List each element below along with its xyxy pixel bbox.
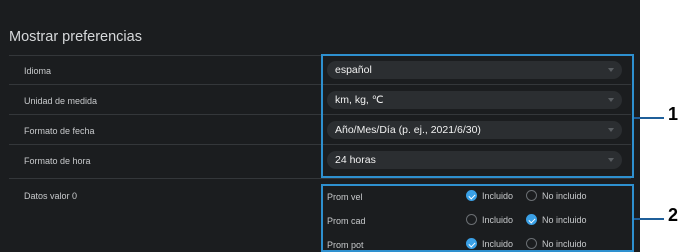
unit-label: Unidad de medida — [24, 96, 98, 106]
time-format-label: Formato de hora — [24, 156, 91, 166]
section-title: Mostrar preferencias — [9, 29, 142, 45]
date-format-label: Formato de fecha — [24, 126, 95, 136]
display-preferences-panel: Mostrar preferencias Idioma español Unid… — [0, 0, 640, 252]
zero-data-label: Datos valor 0 — [24, 191, 78, 201]
callout-number-1: 1 — [668, 104, 679, 124]
highlight-box-1 — [321, 54, 634, 178]
divider — [9, 178, 631, 179]
highlight-box-2 — [321, 184, 634, 252]
callout-line-1 — [634, 117, 664, 119]
language-label: Idioma — [24, 66, 52, 76]
callout-line-2 — [634, 218, 664, 220]
callout-number-2: 2 — [668, 205, 679, 225]
